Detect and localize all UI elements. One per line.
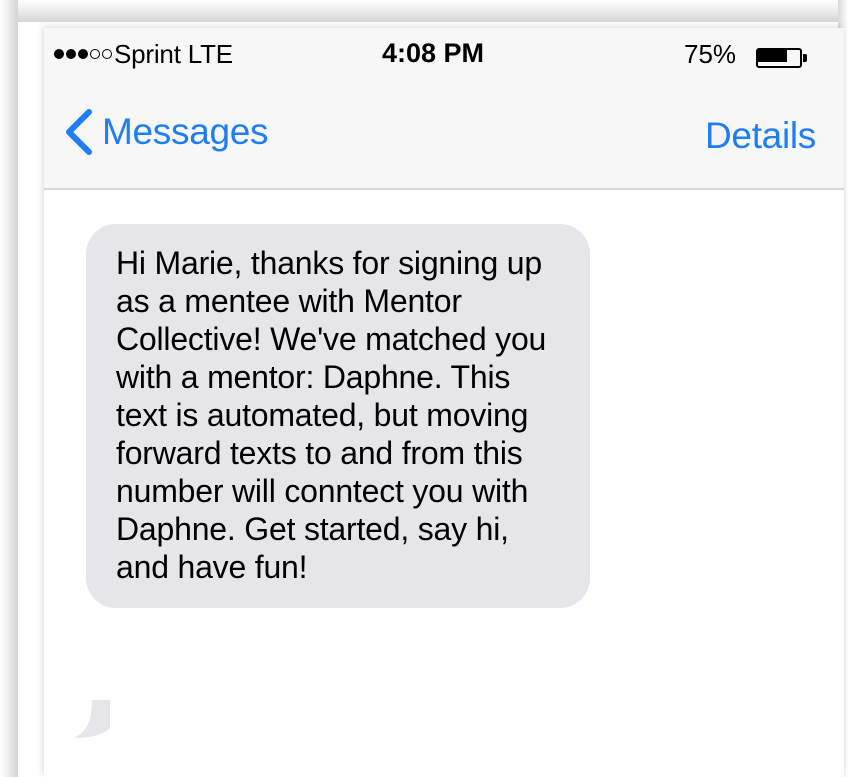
bubble-tail-icon [74, 700, 110, 738]
signal-dot-filled [54, 49, 64, 59]
carrier-label: Sprint LTE [114, 39, 233, 69]
signal-dot-empty [102, 49, 112, 59]
phone-screen: Sprint LTE 4:08 PM 75% Messages Details [44, 28, 844, 777]
signal-dots-icon [54, 49, 112, 59]
signal-dot-filled [66, 49, 76, 59]
message-thread[interactable]: Hi Marie, thanks for signing up as a men… [44, 190, 844, 777]
chevron-left-icon [66, 109, 92, 155]
frame-shadow-left [0, 0, 18, 777]
nav-bar: Messages Details [44, 88, 844, 178]
battery-percent: 75% [684, 39, 737, 69]
messages-header: Sprint LTE 4:08 PM 75% Messages Details [44, 28, 844, 190]
status-time: 4:08 PM [382, 38, 485, 68]
battery-fill [758, 50, 787, 62]
signal-dot-empty [90, 49, 100, 59]
status-bar: Sprint LTE 4:08 PM 75% [44, 28, 844, 80]
incoming-message-bubble[interactable]: Hi Marie, thanks for signing up as a men… [86, 224, 590, 608]
back-label: Messages [102, 111, 269, 152]
battery-tip [803, 54, 807, 62]
back-to-messages-button[interactable]: Messages [62, 108, 269, 156]
details-button[interactable]: Details [705, 115, 816, 157]
battery-icon [756, 48, 808, 70]
screenshot-frame: Sprint LTE 4:08 PM 75% Messages Details [0, 0, 848, 777]
frame-shadow-top [0, 0, 848, 22]
signal-dot-filled [78, 49, 88, 59]
